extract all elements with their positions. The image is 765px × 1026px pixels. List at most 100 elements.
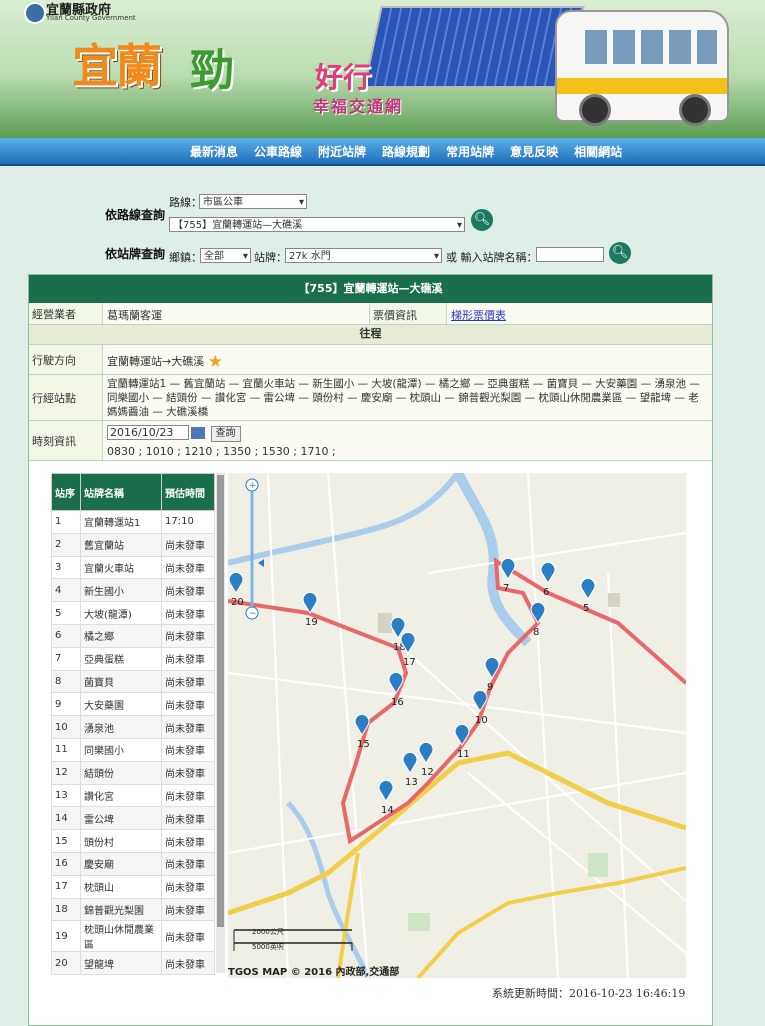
- stop-pin-label: 5: [583, 603, 589, 614]
- nav-item-4[interactable]: 常用站牌: [446, 143, 494, 160]
- map-scale: 2000公尺 5000英呎: [233, 928, 353, 951]
- cell-name: 望龍埤: [80, 951, 162, 976]
- table-row[interactable]: 1 宜蘭轉運站1 17:10: [51, 510, 215, 534]
- route-map[interactable]: 2000公尺 5000英呎 TGOS MAP © 2016 內政部,交通部 + …: [228, 473, 686, 978]
- highway-road: [336, 852, 360, 978]
- table-row[interactable]: 11 同樂國小 尚未發車: [51, 737, 215, 762]
- header-banner: 宜蘭縣政府 Yilan County Government 宜蘭 勁 好行 幸福…: [0, 0, 765, 138]
- stop-pin-label: 19: [305, 617, 318, 628]
- gov-english-name: Yilan County Government: [46, 14, 136, 22]
- county-logo-icon[interactable]: [24, 2, 46, 24]
- nav-item-5[interactable]: 意見反映: [510, 143, 558, 160]
- stop-pin-icon[interactable]: 20: [228, 571, 244, 608]
- scrollbar-thumb[interactable]: [217, 475, 224, 927]
- route-type-select[interactable]: 市區公車: [199, 194, 307, 209]
- operator-row: 經營業者 葛瑪蘭客運 票價資訊 梯形票價表: [29, 303, 712, 325]
- stop-pin-label: 11: [457, 749, 470, 760]
- table-scrollbar[interactable]: [216, 473, 225, 973]
- route-select[interactable]: 【755】宜蘭轉運站—大礁溪: [169, 217, 465, 232]
- map-park: [588, 853, 608, 877]
- cell-eta: 尚未發車: [161, 692, 215, 717]
- stop-pin-icon[interactable]: 15: [354, 713, 370, 750]
- query-button[interactable]: 查詢: [210, 426, 241, 442]
- table-row[interactable]: 3 宜蘭火車站 尚未發車: [51, 555, 215, 580]
- table-row[interactable]: 7 亞典蛋糕 尚未發車: [51, 646, 215, 671]
- cell-eta: 尚未發車: [161, 669, 215, 694]
- stop-pin-icon[interactable]: 14: [378, 779, 394, 816]
- cell-seq: 13: [51, 783, 81, 808]
- col-time: 預估時間: [161, 473, 215, 511]
- nav-item-3[interactable]: 路線規劃: [382, 143, 430, 160]
- table-row[interactable]: 10 湧泉池 尚未發車: [51, 715, 215, 739]
- operator-label: 經營業者: [29, 303, 103, 324]
- stop-pin-icon[interactable]: 8: [530, 601, 546, 638]
- stop-pin-icon[interactable]: 7: [500, 557, 516, 594]
- table-row[interactable]: 20 望龍埤 尚未發車: [51, 951, 215, 976]
- cell-name: 菌寶貝: [80, 669, 162, 694]
- stop-pin-icon[interactable]: 5: [580, 577, 596, 614]
- stop-pin-icon[interactable]: 6: [540, 561, 556, 598]
- cell-seq: 4: [51, 578, 81, 603]
- stop-pin-icon[interactable]: 19: [302, 591, 318, 628]
- table-row[interactable]: 4 新生國小 尚未發車: [51, 578, 215, 603]
- stop-pin-label: 10: [475, 715, 488, 726]
- cell-seq: 3: [51, 555, 81, 580]
- table-row[interactable]: 13 讚化宮 尚未發車: [51, 783, 215, 808]
- fare-label: 票價資訊: [369, 303, 447, 324]
- table-row[interactable]: 17 枕頭山 尚未發車: [51, 874, 215, 899]
- map-canvas[interactable]: 2000公尺 5000英呎 TGOS MAP © 2016 內政部,交通部 + …: [228, 473, 686, 978]
- table-row[interactable]: 18 錦普觀光梨園 尚未發車: [51, 897, 215, 922]
- cell-seq: 19: [51, 920, 81, 953]
- route-search-button[interactable]: 🔍︎: [471, 209, 493, 231]
- table-row[interactable]: 15 頭份村 尚未發車: [51, 829, 215, 853]
- table-row[interactable]: 12 結頭份 尚未發車: [51, 760, 215, 785]
- map-building: [608, 593, 620, 607]
- table-row[interactable]: 8 菌寶貝 尚未發車: [51, 669, 215, 694]
- cell-seq: 11: [51, 737, 81, 762]
- table-row[interactable]: 6 橘之鄉 尚未發車: [51, 623, 215, 648]
- favorite-star-icon[interactable]: ★: [208, 352, 223, 372]
- table-row[interactable]: 2 舊宜蘭站 尚未發車: [51, 532, 215, 557]
- fare-table-link[interactable]: 梯形票價表: [451, 309, 506, 322]
- cell-name: 讚化宮: [80, 783, 162, 808]
- table-row[interactable]: 9 大安藥園 尚未發車: [51, 692, 215, 717]
- nav-item-2[interactable]: 附近站牌: [318, 143, 366, 160]
- nav-item-6[interactable]: 相關網站: [574, 143, 622, 160]
- cell-eta: 尚未發車: [161, 897, 215, 922]
- nav-item-0[interactable]: 最新消息: [190, 143, 238, 160]
- cell-seq: 6: [51, 623, 81, 648]
- stop-select-label: 站牌：: [254, 251, 287, 264]
- cell-seq: 18: [51, 897, 81, 922]
- stop-pin-icon[interactable]: 13: [402, 751, 418, 788]
- town-label: 鄉鎮：: [169, 251, 202, 264]
- cell-eta: 尚未發車: [161, 874, 215, 899]
- river: [453, 473, 532, 647]
- schedule-label: 時刻資訊: [29, 421, 103, 460]
- cell-name: 湧泉池: [80, 715, 162, 739]
- cell-eta: 尚未發車: [161, 578, 215, 603]
- table-row[interactable]: 5 大坡(龍潭) 尚未發車: [51, 601, 215, 625]
- table-row[interactable]: 19 枕頭山休閒農業區 尚未發車: [51, 920, 215, 953]
- stop-name-input[interactable]: [536, 247, 604, 262]
- cell-name: 結頭份: [80, 760, 162, 785]
- zoom-slider-handle[interactable]: [258, 559, 264, 567]
- cell-seq: 16: [51, 851, 81, 876]
- town-select[interactable]: 全部: [200, 248, 251, 263]
- direction-header: 往程: [29, 325, 712, 345]
- table-row[interactable]: 16 慶安廟 尚未發車: [51, 851, 215, 876]
- stop-pin-icon[interactable]: 16: [388, 671, 404, 708]
- stop-pin-icon[interactable]: 10: [472, 689, 488, 726]
- calendar-icon[interactable]: [191, 427, 205, 439]
- cell-eta: 尚未發車: [161, 920, 215, 953]
- site-tagline: 幸福交通網: [313, 97, 404, 116]
- building-image: [363, 6, 585, 88]
- stop-select[interactable]: 27k 水門: [285, 248, 442, 263]
- date-input[interactable]: 2016/10/23: [107, 425, 189, 440]
- zoom-control[interactable]: + −: [245, 478, 264, 620]
- table-row[interactable]: 14 雷公埤 尚未發車: [51, 806, 215, 831]
- cell-eta: 尚未發車: [161, 623, 215, 648]
- stop-pin-icon[interactable]: 12: [418, 741, 434, 778]
- stop-search-button[interactable]: 🔍︎: [609, 242, 631, 264]
- stop-pin-icon[interactable]: 11: [454, 723, 470, 760]
- nav-item-1[interactable]: 公車路線: [254, 143, 302, 160]
